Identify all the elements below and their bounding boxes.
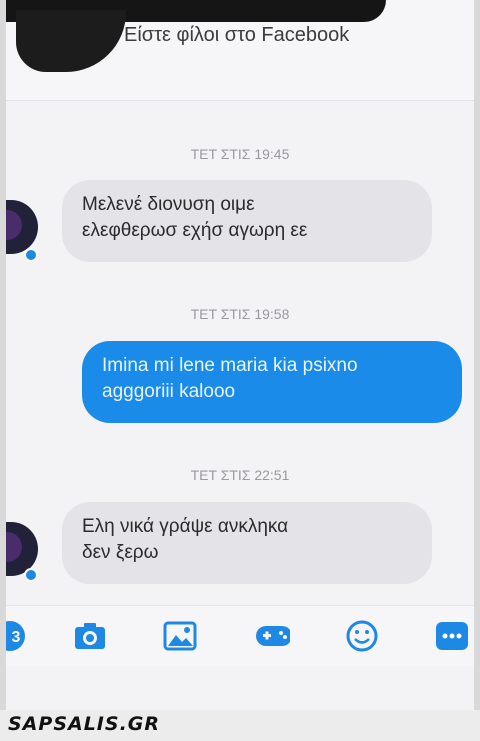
redaction-blob — [16, 10, 126, 72]
more-icon[interactable] — [434, 618, 470, 654]
message-timestamp: ΤΕΤ ΣΤΙΣ 19:58 — [190, 306, 290, 322]
game-icon[interactable] — [254, 618, 290, 654]
avatar[interactable] — [6, 200, 38, 254]
friends-status-text: Είστε φίλοι στο Facebook — [124, 24, 350, 46]
message-bubble-incoming[interactable]: Μελενέ διονυση οιμε ελεφθερωσ εχήσ αγωρη… — [62, 180, 432, 262]
chat-screen: Είστε φίλοι στο Facebook ΤΕΤ ΣΤΙΣ 19:45 … — [6, 0, 474, 710]
message-timestamp: ΤΕΤ ΣΤΙΣ 19:45 — [190, 146, 290, 162]
message-timestamp: ΤΕΤ ΣΤΙΣ 22:51 — [190, 467, 290, 483]
emoji-icon[interactable] — [344, 618, 380, 654]
message-line: ελεφθερωσ εχήσ αγωρη εε — [82, 220, 308, 241]
message-bubble-incoming[interactable]: Ελη νικά γράψε ανκληκα δεν ξερω — [62, 502, 432, 584]
message-line: δεν ξερω — [82, 542, 159, 563]
svg-text:3: 3 — [12, 629, 21, 646]
message-line: agggoriii kalooo — [102, 381, 236, 402]
watermark-bar: SAPSALIS.GR — [0, 710, 480, 741]
chat-header: Είστε φίλοι στο Facebook — [6, 0, 474, 101]
message-bubble-outgoing[interactable]: Imina mi lene maria kia psixno agggoriii… — [82, 341, 462, 423]
watermark-logo: SAPSALIS.GR — [8, 713, 161, 735]
partial-icon[interactable]: 3 — [6, 618, 28, 654]
message-line: Μελενέ διονυση οιμε — [82, 194, 255, 215]
composer-toolbar: 3 — [6, 605, 474, 666]
gallery-icon[interactable] — [162, 618, 198, 654]
messenger-badge-icon — [24, 248, 38, 262]
messenger-badge-icon — [24, 568, 38, 582]
message-line: Ελη νικά γράψε ανκληκα — [82, 516, 289, 537]
message-line: Imina mi lene maria kia psixno — [102, 355, 358, 376]
camera-icon[interactable] — [72, 618, 108, 654]
